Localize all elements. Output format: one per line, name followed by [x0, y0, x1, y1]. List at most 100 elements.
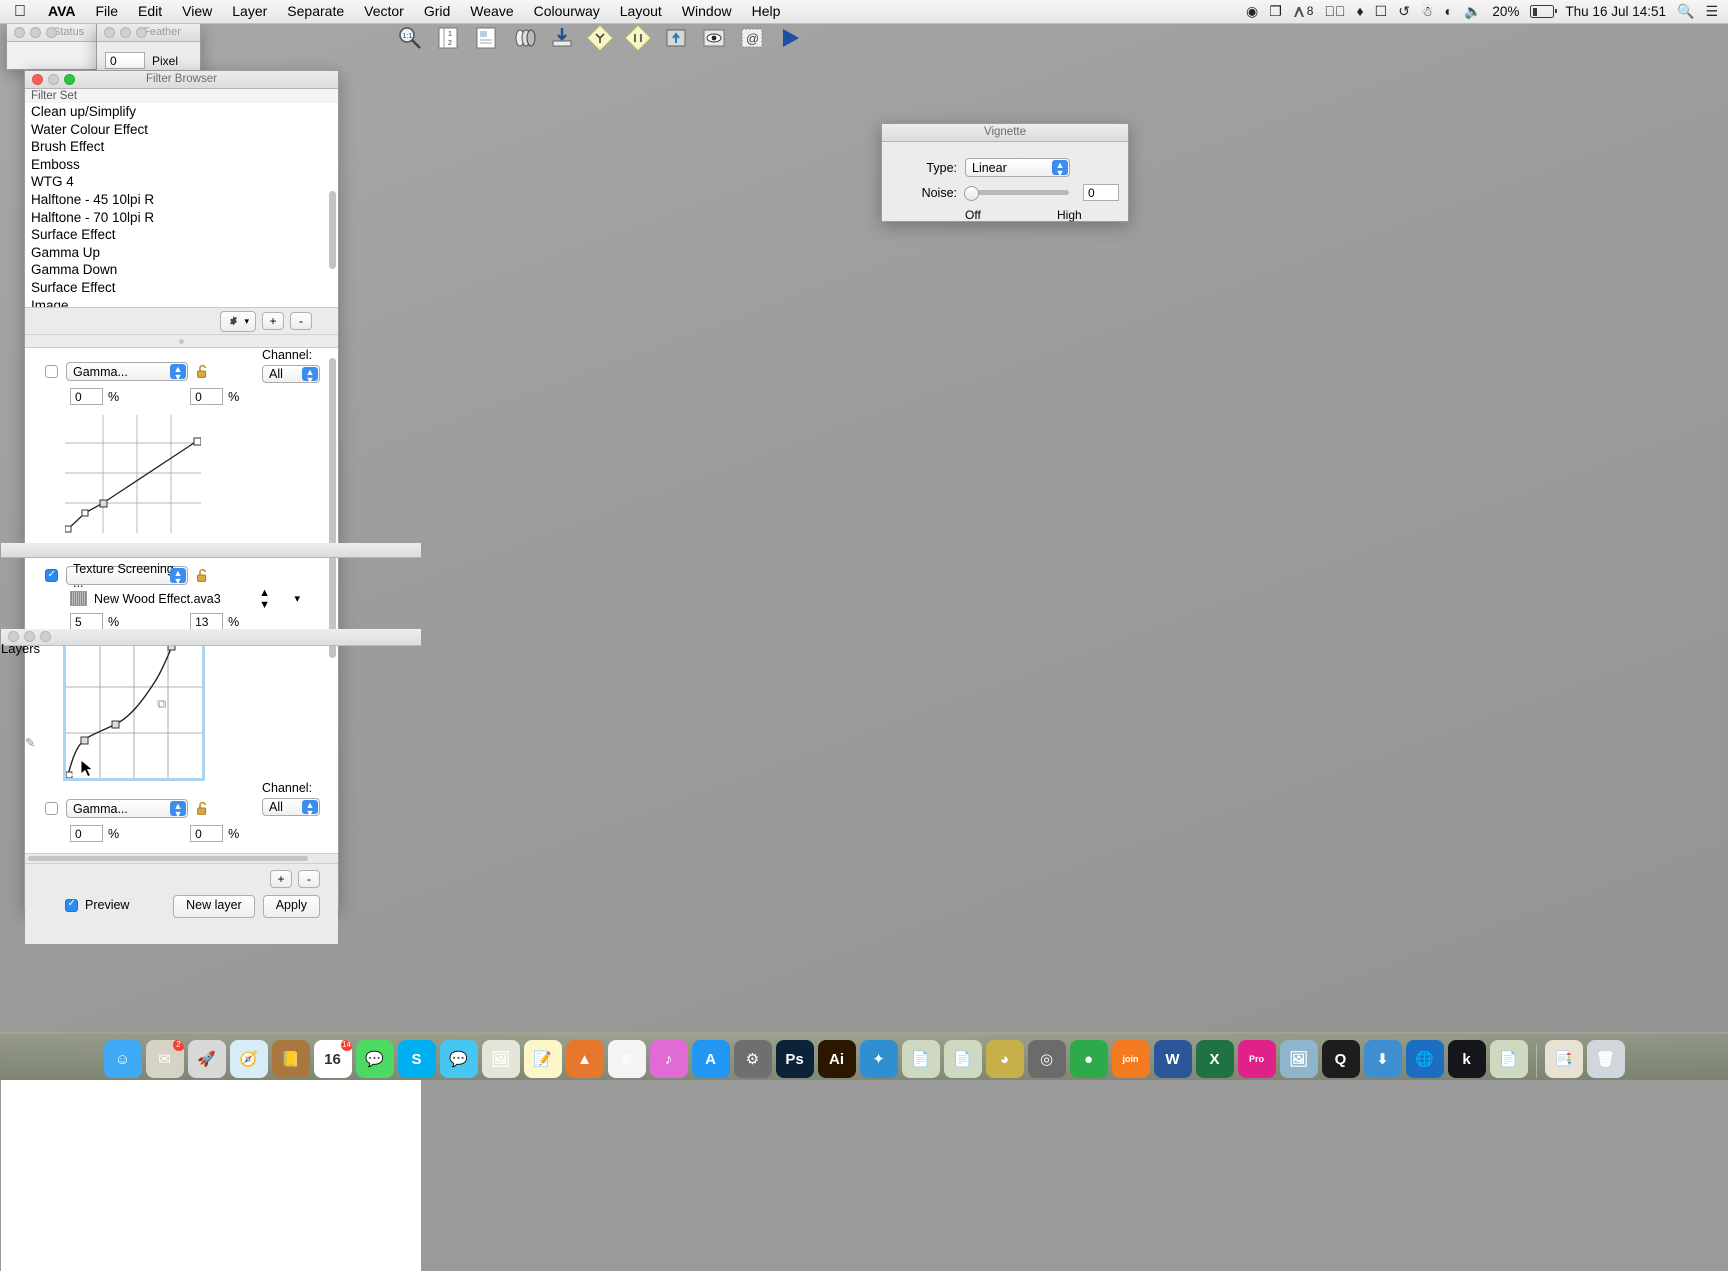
close-icon[interactable]	[14, 27, 25, 38]
chevron-updown-icon[interactable]: ▲ ▼	[170, 364, 186, 382]
menu-item-ava[interactable]: AVA	[38, 0, 85, 23]
dock-item-word[interactable]: W	[1153, 1040, 1192, 1078]
filter-right-value-input[interactable]: 0	[190, 388, 224, 405]
bluetooth-icon[interactable]: ☃	[1421, 0, 1434, 23]
eye-icon[interactable]	[701, 25, 727, 51]
dock-item-chat[interactable]: 💬	[439, 1040, 478, 1078]
dock-item-quicktime[interactable]: Q	[1321, 1040, 1360, 1078]
remove-stack-entry-button[interactable]: -	[298, 870, 320, 888]
play-icon[interactable]	[777, 25, 803, 51]
chevron-updown-icon[interactable]: ▲ ▼	[302, 800, 318, 818]
dock-item-messages[interactable]: 💬	[355, 1040, 394, 1078]
list-item[interactable]: WTG 4	[25, 173, 338, 191]
dock-item-trash[interactable]: 🗑	[1586, 1040, 1625, 1078]
dock-item-download-app[interactable]: ⬇	[1363, 1040, 1402, 1078]
chevron-updown-icon[interactable]: ▲ ▼	[302, 367, 318, 385]
feather-value-input[interactable]: 0	[105, 52, 145, 69]
vignette-noise-value[interactable]: 0	[1083, 184, 1119, 201]
dock-item-ava-doc-3[interactable]: 📄	[1489, 1040, 1528, 1078]
menu-item-colourway[interactable]: Colourway	[524, 0, 610, 23]
notification-center-icon[interactable]: ☰	[1705, 0, 1718, 23]
dock-item-safari[interactable]: 🧭	[229, 1040, 268, 1078]
dock-item-itunes[interactable]: ♪	[649, 1040, 688, 1078]
filter-left-value-input[interactable]: 0	[70, 825, 103, 842]
roll-icon[interactable]	[511, 25, 537, 51]
dock-item-documents-stack[interactable]: 📑	[1544, 1040, 1583, 1078]
layers-window-titlebar[interactable]	[1, 543, 421, 558]
dock-item-ava-doc-1[interactable]: 📄	[901, 1040, 940, 1078]
dock-item-image-viewer[interactable]: 🖼	[1279, 1040, 1318, 1078]
filter-settings-button[interactable]: ▾	[220, 310, 256, 332]
filter-set-list[interactable]: Filter Set Clean up/Simplify Water Colou…	[25, 89, 338, 308]
texture-swatch[interactable]	[70, 591, 87, 606]
list-item[interactable]: Surface Effect	[25, 226, 338, 244]
dock-item-contacts[interactable]: 📒	[271, 1040, 310, 1078]
list-item[interactable]: Halftone - 70 10lpi R	[25, 209, 338, 227]
stamp-at-icon[interactable]: @	[739, 25, 765, 51]
filter-right-value-input[interactable]: 13	[190, 613, 224, 630]
dock-item-skype[interactable]: S	[397, 1040, 436, 1078]
filter-browser-titlebar[interactable]: Filter Browser	[25, 71, 338, 89]
disk-upload-icon[interactable]	[663, 25, 689, 51]
menu-item-help[interactable]: Help	[742, 0, 791, 23]
filter-enable-checkbox[interactable]	[45, 802, 58, 815]
volume-icon[interactable]: 🔈	[1464, 0, 1481, 23]
list-item[interactable]: Clean up/Simplify	[25, 103, 338, 121]
dock-item-system-preferences[interactable]: ⚙	[733, 1040, 772, 1078]
dock-item-google-earth[interactable]: 🌐	[1405, 1040, 1444, 1078]
airplay-icon[interactable]: ☐	[1375, 0, 1388, 23]
menubar-clock[interactable]: Thu 16 Jul 14:51	[1565, 0, 1666, 23]
dock-item-launchpad[interactable]: 🚀	[187, 1040, 226, 1078]
filter-list-scrollbar[interactable]	[329, 191, 336, 269]
chevron-down-icon[interactable]: ▾	[294, 592, 300, 605]
close-icon[interactable]	[104, 27, 115, 38]
minimize-icon[interactable]	[120, 27, 131, 38]
new-layer-button[interactable]: New layer	[173, 895, 255, 918]
filter-left-value-input[interactable]: 0	[70, 388, 103, 405]
menu-item-grid[interactable]: Grid	[414, 0, 460, 23]
filter-type-select[interactable]: Texture Screening ... ▲ ▼	[66, 562, 188, 590]
duplicate-icon[interactable]: ⧉	[157, 696, 166, 712]
dock-item-photos-app[interactable]: 🖼	[481, 1040, 520, 1078]
adobe-icon[interactable]: 8	[1293, 0, 1313, 23]
preview-checkbox[interactable]	[65, 898, 78, 912]
timemachine-icon[interactable]: ↺	[1398, 0, 1410, 23]
channel-select[interactable]: All ▲ ▼	[262, 798, 320, 818]
zoom-icon[interactable]	[64, 74, 75, 85]
channel-select[interactable]: All ▲ ▼	[262, 365, 320, 385]
menu-item-file[interactable]: File	[85, 0, 128, 23]
list-item[interactable]: Brush Effect	[25, 138, 338, 156]
vignette-noise-slider[interactable]	[964, 186, 1069, 201]
apple-menu-icon[interactable]: 	[0, 0, 38, 23]
dock-item-excel[interactable]: X	[1195, 1040, 1234, 1078]
zoom-1to1-icon[interactable]: 1:1	[397, 25, 423, 51]
dock-item-vlc[interactable]: ▲	[565, 1040, 604, 1078]
menu-item-view[interactable]: View	[172, 0, 222, 23]
unlocked-padlock-icon[interactable]	[196, 364, 210, 379]
unlocked-padlock-icon[interactable]	[196, 801, 210, 816]
list-item[interactable]: Image	[25, 297, 338, 307]
menu-item-vector[interactable]: Vector	[354, 0, 414, 23]
dock-item-kindle[interactable]: k	[1447, 1040, 1486, 1078]
filter-right-value-input[interactable]: 0	[190, 825, 224, 842]
menu-item-separate[interactable]: Separate	[277, 0, 354, 23]
zoom-icon[interactable]	[40, 631, 51, 642]
layers-panel-titlebar[interactable]: Layers	[1, 629, 421, 656]
list-item[interactable]: Gamma Up	[25, 244, 338, 262]
feather-palette-titlebar[interactable]: Feather	[97, 24, 200, 42]
dock-item-app-store[interactable]: A	[691, 1040, 730, 1078]
filter-type-select[interactable]: Gamma... ▲ ▼	[66, 362, 188, 382]
menu-item-layer[interactable]: Layer	[222, 0, 277, 23]
filter-enable-checkbox[interactable]	[45, 569, 58, 582]
dock-item-joinme[interactable]: join	[1111, 1040, 1150, 1078]
ruler-icon[interactable]: 12	[435, 25, 461, 51]
zoom-icon[interactable]	[136, 27, 147, 38]
dock-item-photos[interactable]: ❁	[607, 1040, 646, 1078]
remove-filter-button[interactable]: -	[290, 312, 312, 330]
menu-item-window[interactable]: Window	[672, 0, 742, 23]
dock-item-ava-doc-2[interactable]: 📄	[943, 1040, 982, 1078]
dock-item-notes[interactable]: 📝	[523, 1040, 562, 1078]
filter-enable-checkbox[interactable]	[45, 365, 58, 378]
chevron-updown-icon[interactable]: ▲ ▼	[170, 801, 186, 819]
minimize-icon[interactable]	[30, 27, 41, 38]
